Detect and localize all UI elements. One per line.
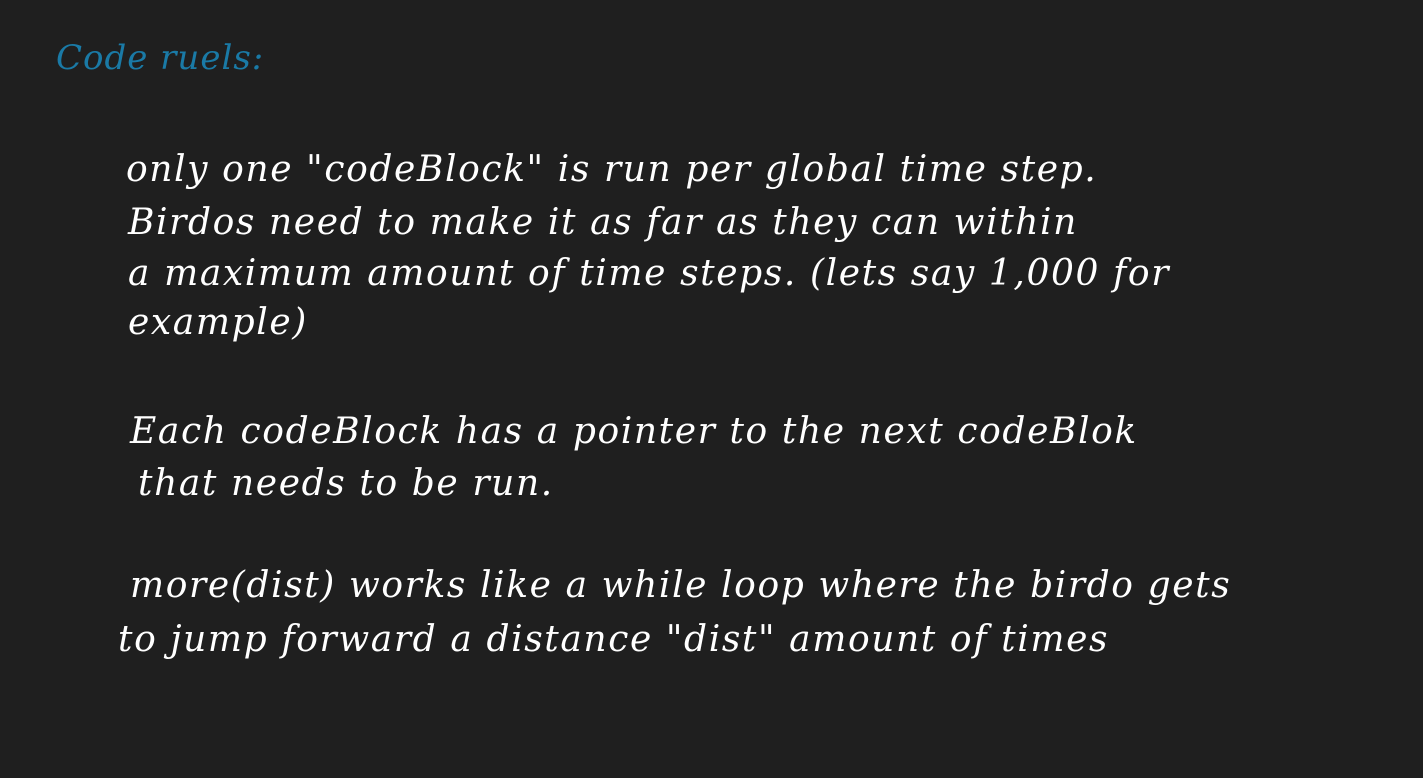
note-line: a maximum amount of time steps. (lets sa… xyxy=(128,253,1171,294)
note-line: Each codeBlock has a pointer to the next… xyxy=(130,411,1138,452)
note-line: that needs to be run. xyxy=(138,463,554,504)
note-line: more(dist) works like a while loop where… xyxy=(130,565,1232,606)
note-line: Birdos need to make it as far as they ca… xyxy=(128,202,1078,243)
note-line: to jump forward a distance "dist" amount… xyxy=(118,619,1110,660)
note-line: example) xyxy=(128,302,308,343)
note-line: only one "codeBlock" is run per global t… xyxy=(126,149,1098,190)
heading: Code ruels: xyxy=(56,38,265,78)
note-canvas: Code ruels: only one "codeBlock" is run … xyxy=(0,0,1423,778)
